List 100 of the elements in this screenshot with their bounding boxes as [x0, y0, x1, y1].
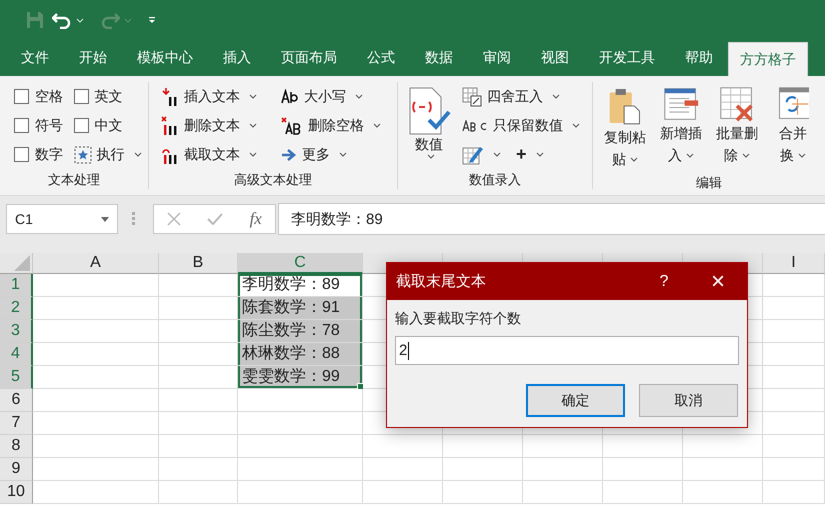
- ribbon-tab[interactable]: 方方格子: [728, 42, 808, 76]
- ribbon-button[interactable]: 新增插 入: [655, 82, 707, 174]
- table-cell[interactable]: [238, 435, 363, 458]
- row-header[interactable]: 1: [0, 274, 33, 297]
- table-cell[interactable]: [159, 366, 238, 389]
- checkbox[interactable]: [74, 118, 88, 133]
- caret-icon[interactable]: [249, 94, 257, 99]
- checkbox[interactable]: [14, 118, 29, 133]
- table-cell[interactable]: [159, 320, 238, 343]
- name-box[interactable]: C1: [6, 204, 118, 234]
- ribbon-tab[interactable]: 开始: [64, 40, 122, 76]
- table-cell[interactable]: [159, 297, 238, 320]
- table-cell[interactable]: [603, 481, 683, 504]
- menu-button[interactable]: 四舍五入: [462, 82, 586, 111]
- table-cell[interactable]: [159, 458, 238, 481]
- select-all-icon[interactable]: [14, 255, 30, 271]
- table-cell[interactable]: [763, 343, 825, 366]
- menu-button[interactable]: 删除空格: [281, 111, 391, 140]
- table-cell[interactable]: [523, 481, 603, 504]
- column-header[interactable]: B: [159, 253, 238, 274]
- menu-button[interactable]: +: [516, 140, 586, 169]
- row-header[interactable]: 5: [0, 366, 33, 389]
- table-cell[interactable]: [33, 481, 159, 504]
- table-cell[interactable]: 陈套数学：91: [238, 297, 363, 320]
- table-cell[interactable]: [159, 274, 238, 297]
- help-button[interactable]: ?: [639, 272, 689, 290]
- table-cell[interactable]: [33, 297, 159, 320]
- menu-button[interactable]: 大小写: [281, 82, 391, 111]
- table-cell[interactable]: [603, 458, 683, 481]
- column-header[interactable]: C: [238, 253, 363, 274]
- number-button[interactable]: 数值: [404, 82, 454, 169]
- caret-icon[interactable]: [742, 152, 750, 158]
- table-cell[interactable]: [159, 481, 238, 504]
- ribbon-tab[interactable]: 文件: [6, 40, 64, 76]
- formula-field[interactable]: 李明数学：89: [278, 203, 825, 235]
- caret-icon[interactable]: [552, 94, 560, 99]
- undo-icon[interactable]: [52, 11, 72, 29]
- row-header[interactable]: 4: [0, 343, 33, 366]
- table-cell[interactable]: [159, 412, 238, 435]
- caret-icon[interactable]: [249, 123, 257, 128]
- table-cell[interactable]: [683, 458, 763, 481]
- table-cell[interactable]: 雯雯数学：99: [238, 366, 363, 389]
- caret-icon[interactable]: [572, 123, 580, 128]
- table-cell[interactable]: [33, 389, 159, 412]
- ribbon-tab[interactable]: 公式: [352, 40, 410, 76]
- table-cell[interactable]: 陈尘数学：78: [238, 320, 363, 343]
- check-icon[interactable]: [207, 213, 224, 225]
- caret-icon[interactable]: [339, 152, 347, 157]
- table-cell[interactable]: 李明数学：89: [238, 274, 363, 297]
- table-cell[interactable]: [238, 458, 363, 481]
- table-cell[interactable]: [33, 320, 159, 343]
- table-cell[interactable]: [763, 458, 825, 481]
- table-cell[interactable]: [683, 481, 763, 504]
- table-cell[interactable]: [443, 458, 523, 481]
- table-cell[interactable]: 林琳数学：88: [238, 343, 363, 366]
- caret-icon[interactable]: [536, 152, 544, 157]
- table-cell[interactable]: [363, 458, 443, 481]
- ribbon-tab[interactable]: 视图: [526, 40, 584, 76]
- table-cell[interactable]: [763, 481, 825, 504]
- caret-icon[interactable]: [798, 152, 806, 158]
- menu-button[interactable]: 只保留数值: [462, 111, 586, 140]
- ribbon-tab[interactable]: 模板中心: [122, 40, 208, 76]
- row-header[interactable]: 3: [0, 320, 33, 343]
- ribbon-tab[interactable]: 开发工具: [584, 40, 670, 76]
- table-cell[interactable]: [159, 435, 238, 458]
- run-button[interactable]: 执行: [74, 140, 142, 169]
- ribbon-button[interactable]: 复制粘 贴: [599, 82, 651, 174]
- table-cell[interactable]: [159, 389, 238, 412]
- caret-icon[interactable]: [355, 94, 363, 99]
- table-cell[interactable]: [763, 320, 825, 343]
- table-cell[interactable]: [33, 458, 159, 481]
- table-cell[interactable]: [33, 435, 159, 458]
- table-cell[interactable]: [238, 389, 363, 412]
- caret-icon[interactable]: [249, 152, 257, 157]
- table-cell[interactable]: [523, 435, 603, 458]
- table-cell[interactable]: [33, 412, 159, 435]
- caret-icon[interactable]: [493, 152, 501, 157]
- table-cell[interactable]: [763, 389, 825, 412]
- table-cell[interactable]: [443, 435, 523, 458]
- table-cell[interactable]: [763, 412, 825, 435]
- row-header[interactable]: 8: [0, 435, 33, 458]
- checkbox[interactable]: [14, 147, 29, 162]
- table-cell[interactable]: [159, 343, 238, 366]
- row-header[interactable]: 9: [0, 458, 33, 481]
- table-cell[interactable]: [683, 435, 763, 458]
- menu-button[interactable]: 更多: [281, 140, 391, 169]
- column-header[interactable]: A: [33, 253, 159, 274]
- table-cell[interactable]: [763, 366, 825, 389]
- table-cell[interactable]: [763, 274, 825, 297]
- row-header[interactable]: 6: [0, 389, 33, 412]
- table-cell[interactable]: [363, 481, 443, 504]
- function-button[interactable]: fx: [250, 209, 262, 229]
- checkbox[interactable]: [74, 89, 88, 104]
- row-header[interactable]: 7: [0, 412, 33, 435]
- ribbon-button[interactable]: 合并 换: [767, 82, 819, 174]
- row-header[interactable]: 2: [0, 297, 33, 320]
- row-header[interactable]: 10: [0, 481, 33, 504]
- table-cell[interactable]: [603, 435, 683, 458]
- table-cell[interactable]: [763, 297, 825, 320]
- table-cell[interactable]: [523, 458, 603, 481]
